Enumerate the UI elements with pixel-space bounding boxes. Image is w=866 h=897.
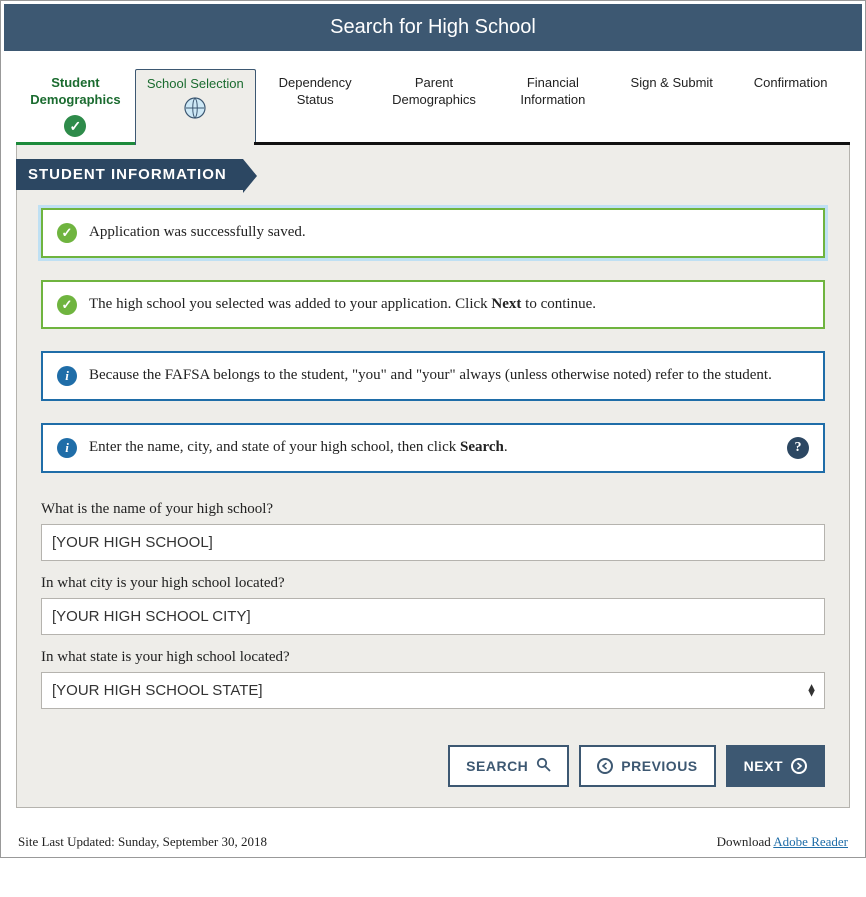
help-button[interactable]: ?: [787, 437, 809, 459]
alert-school-added: ✓ The high school you selected was added…: [41, 280, 825, 330]
field-school-city: In what city is your high school located…: [41, 575, 825, 635]
field-label: In what state is your high school locate…: [41, 649, 825, 666]
arrow-right-icon: [791, 758, 807, 774]
app-frame: Search for High School Student Demograph…: [0, 0, 866, 858]
last-updated: Site Last Updated: Sunday, September 30,…: [18, 834, 267, 850]
page-footer: Site Last Updated: Sunday, September 30,…: [4, 824, 862, 854]
tab-label: Dependency Status: [260, 75, 371, 109]
alert-message: Application was successfully saved.: [89, 222, 809, 244]
check-icon: ✓: [57, 223, 77, 243]
adobe-reader-link[interactable]: Adobe Reader: [773, 834, 848, 849]
alert-fafsa-ownership: i Because the FAFSA belongs to the stude…: [41, 351, 825, 401]
button-label: NEXT: [744, 758, 783, 774]
school-city-input[interactable]: [41, 598, 825, 635]
tab-sign-submit[interactable]: Sign & Submit: [612, 69, 731, 145]
alert-message: Enter the name, city, and state of your …: [89, 437, 767, 459]
tab-confirmation[interactable]: Confirmation: [731, 69, 850, 145]
school-name-input[interactable]: [41, 524, 825, 561]
tab-school-selection[interactable]: School Selection: [135, 69, 256, 145]
field-school-state: In what state is your high school locate…: [41, 649, 825, 709]
tab-label: Student Demographics: [20, 75, 131, 109]
school-state-select[interactable]: [YOUR HIGH SCHOOL STATE]: [41, 672, 825, 709]
main-panel: STUDENT INFORMATION ✓ Application was su…: [16, 145, 850, 808]
info-icon: i: [57, 366, 77, 386]
tab-label: School Selection: [147, 76, 244, 93]
tab-label: Confirmation: [754, 75, 828, 92]
wizard-tabs: Student Demographics ✓ School Selection …: [4, 69, 862, 145]
check-icon: ✓: [57, 295, 77, 315]
arrow-left-icon: [597, 758, 613, 774]
tabs-progress-line: [16, 142, 850, 145]
field-label: What is the name of your high school?: [41, 501, 825, 518]
download-reader: Download Adobe Reader: [717, 834, 848, 850]
tab-student-demographics[interactable]: Student Demographics ✓: [16, 69, 135, 145]
button-label: SEARCH: [466, 758, 528, 774]
tab-label: Financial Information: [497, 75, 608, 109]
search-button[interactable]: SEARCH: [448, 745, 569, 787]
tab-label: Parent Demographics: [379, 75, 490, 109]
page-title: Search for High School: [4, 4, 862, 51]
alerts-area: ✓ Application was successfully saved. ✓ …: [17, 190, 849, 501]
alert-message: Because the FAFSA belongs to the student…: [89, 365, 809, 387]
action-buttons: SEARCH PREVIOUS NEXT: [17, 723, 849, 787]
next-button[interactable]: NEXT: [726, 745, 825, 787]
info-icon: i: [57, 438, 77, 458]
section-ribbon: STUDENT INFORMATION: [16, 159, 243, 190]
field-label: In what city is your high school located…: [41, 575, 825, 592]
previous-button[interactable]: PREVIOUS: [579, 745, 715, 787]
tab-label: Sign & Submit: [631, 75, 713, 92]
button-label: PREVIOUS: [621, 758, 697, 774]
alert-message: The high school you selected was added t…: [89, 294, 809, 316]
check-icon: ✓: [64, 115, 86, 137]
tab-parent-demographics[interactable]: Parent Demographics: [375, 69, 494, 145]
ribbon-label: STUDENT INFORMATION: [16, 159, 243, 190]
alert-instruction: i Enter the name, city, and state of you…: [41, 423, 825, 473]
globe-icon: [184, 97, 206, 119]
tab-dependency-status[interactable]: Dependency Status: [256, 69, 375, 145]
field-school-name: What is the name of your high school?: [41, 501, 825, 561]
form-area: What is the name of your high school? In…: [17, 501, 849, 709]
tab-financial-information[interactable]: Financial Information: [493, 69, 612, 145]
alert-saved: ✓ Application was successfully saved.: [41, 208, 825, 258]
search-icon: [536, 757, 551, 775]
